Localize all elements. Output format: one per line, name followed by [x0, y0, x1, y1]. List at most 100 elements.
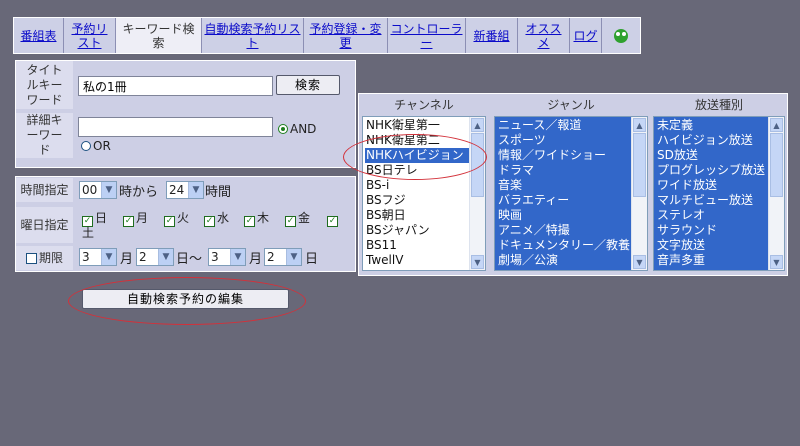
list-option[interactable]: 情報／ワイドショー	[497, 148, 631, 163]
check-icon: ✓	[327, 216, 338, 227]
list-option[interactable]: 劇場／公演	[497, 253, 631, 268]
nav-keyword-search[interactable]: キーワード検索	[116, 18, 202, 53]
check-icon: ✓	[285, 216, 296, 227]
list-option[interactable]: ニュース／報道	[497, 118, 631, 133]
list-option[interactable]: ドラマ	[497, 163, 631, 178]
scroll-down-icon[interactable]: ▼	[633, 255, 646, 269]
broadcast-header: 放送種別	[694, 98, 743, 112]
weekday-mon[interactable]: ✓ 月	[123, 210, 148, 227]
channel-scrollbar[interactable]: ▲ ▼	[469, 117, 485, 270]
weekday-label: 曜日指定	[16, 207, 73, 243]
list-option[interactable]: BS-i	[365, 178, 469, 193]
list-option[interactable]: ステレオ	[656, 208, 768, 223]
weekday-wed[interactable]: ✓ 水	[204, 210, 229, 227]
scroll-up-icon[interactable]: ▲	[633, 118, 646, 132]
time-from-suffix: 時から	[119, 185, 159, 200]
list-option[interactable]: TwellV	[365, 253, 469, 268]
check-icon: ✓	[244, 216, 255, 227]
weekday-sat-checkbox[interactable]: ✓	[327, 210, 340, 227]
detail-keyword-input[interactable]	[78, 117, 273, 137]
weekday-tue[interactable]: ✓ 火	[164, 210, 189, 227]
nav-auto-search-list[interactable]: 自動検索予約リスト	[202, 18, 304, 53]
scroll-thumb[interactable]	[770, 133, 783, 197]
list-option[interactable]: バラエティー	[497, 193, 631, 208]
weekday-thu[interactable]: ✓ 木	[244, 210, 269, 227]
title-keyword-label: タイトルキーワード	[16, 61, 73, 109]
genre-listbox[interactable]: ニュース／報道 スポーツ 情報／ワイドショー ドラマ 音楽 バラエティー 映画 アニメ／特撮ド…	[494, 116, 648, 271]
top-navigation: 番組表 予約リスト キーワード検索 自動検索予約リスト 予約登録・変更 コントロ…	[13, 17, 641, 54]
start-day-unit: 日〜	[176, 252, 203, 267]
period-end-month-select[interactable]: 3 ▼	[208, 248, 246, 266]
broadcast-scrollbar[interactable]: ▲ ▼	[768, 117, 784, 270]
check-icon: ✓	[164, 216, 175, 227]
nav-recommended[interactable]: オススメ	[518, 18, 570, 53]
scroll-thumb[interactable]	[633, 133, 646, 197]
detail-keyword-label: 詳細キーワード	[16, 113, 73, 158]
scroll-down-icon[interactable]: ▼	[770, 255, 783, 269]
period-end-day-select[interactable]: 2 ▼	[264, 248, 302, 266]
chevron-down-icon: ▼	[230, 249, 245, 265]
time-to-select[interactable]: 24 ▼	[166, 181, 204, 199]
chevron-down-icon: ▼	[188, 182, 203, 198]
list-option[interactable]: 音声多重	[656, 253, 768, 268]
list-option[interactable]: ドキュメンタリー／教養	[497, 238, 631, 253]
nav-controller[interactable]: コントローラー	[388, 18, 466, 53]
highlight-ellipse-edit-button	[68, 277, 306, 325]
start-month-unit: 月	[120, 252, 134, 267]
chevron-down-icon: ▼	[101, 249, 116, 265]
nav-reservation-edit[interactable]: 予約登録・変更	[304, 18, 388, 53]
time-to-suffix: 時間	[205, 185, 232, 200]
period-start-month-select[interactable]: 3 ▼	[79, 248, 117, 266]
list-option[interactable]: ハイビジョン放送	[656, 133, 768, 148]
search-button[interactable]: 検索	[276, 75, 340, 95]
nav-program-guide[interactable]: 番組表	[14, 18, 64, 53]
list-option[interactable]: サラウンド	[656, 223, 768, 238]
and-option[interactable]: AND	[278, 122, 316, 136]
scroll-up-icon[interactable]: ▲	[471, 118, 484, 132]
list-option[interactable]: アニメ／特撮	[497, 223, 631, 238]
list-option[interactable]: 文字放送	[656, 238, 768, 253]
nav-log[interactable]: ログ	[570, 18, 602, 53]
list-option[interactable]: プログレッシブ放送	[656, 163, 768, 178]
period-checkbox[interactable]	[25, 252, 37, 264]
list-option[interactable]: BSジャパン	[365, 223, 469, 238]
period-start-day-select[interactable]: 2 ▼	[136, 248, 174, 266]
nav-new-programs[interactable]: 新番組	[466, 18, 518, 53]
end-month-unit: 月	[249, 252, 263, 267]
check-icon: ✓	[123, 216, 134, 227]
weekday-fri[interactable]: ✓ 金	[285, 210, 310, 227]
or-radio[interactable]	[81, 141, 91, 151]
chevron-down-icon: ▼	[286, 249, 301, 265]
list-option[interactable]: スポーツ	[497, 133, 631, 148]
scroll-up-icon[interactable]: ▲	[770, 118, 783, 132]
list-option[interactable]: BSフジ	[365, 193, 469, 208]
broadcast-listbox[interactable]: 未定義 ハイビジョン放送 SD放送 プログレッシブ放送 ワイド放送 マルチビュー放送 ステレ…	[653, 116, 785, 271]
time-label: 時間指定	[16, 178, 73, 202]
nav-frog-link[interactable]	[602, 18, 640, 53]
title-keyword-input[interactable]	[78, 76, 273, 96]
or-option[interactable]: OR	[81, 139, 111, 153]
scroll-down-icon[interactable]: ▼	[471, 255, 484, 269]
frog-icon	[614, 28, 628, 43]
list-option[interactable]: SD放送	[656, 148, 768, 163]
list-option[interactable]: BS朝日	[365, 208, 469, 223]
list-option[interactable]: ワイド放送	[656, 178, 768, 193]
highlight-ellipse-channel	[343, 134, 487, 180]
list-option[interactable]: BS11	[365, 238, 469, 253]
channel-header: チャンネル	[394, 98, 454, 112]
genre-scrollbar[interactable]: ▲ ▼	[631, 117, 647, 270]
list-option[interactable]: 映画	[497, 208, 631, 223]
list-option[interactable]: 未定義	[656, 118, 768, 133]
time-from-select[interactable]: 00 ▼	[79, 181, 117, 199]
end-day-unit: 日	[305, 252, 319, 267]
check-icon: ✓	[204, 216, 215, 227]
period-label[interactable]: 期限	[16, 246, 73, 270]
nav-reservation-list[interactable]: 予約リスト	[64, 18, 116, 53]
list-option[interactable]: NHK衛星第一	[365, 118, 469, 133]
chevron-down-icon: ▼	[101, 182, 116, 198]
weekday-sat-label: 土	[82, 226, 95, 240]
genre-header: ジャンル	[547, 98, 595, 112]
and-radio[interactable]	[278, 124, 288, 134]
list-option[interactable]: マルチビュー放送	[656, 193, 768, 208]
list-option[interactable]: 音楽	[497, 178, 631, 193]
